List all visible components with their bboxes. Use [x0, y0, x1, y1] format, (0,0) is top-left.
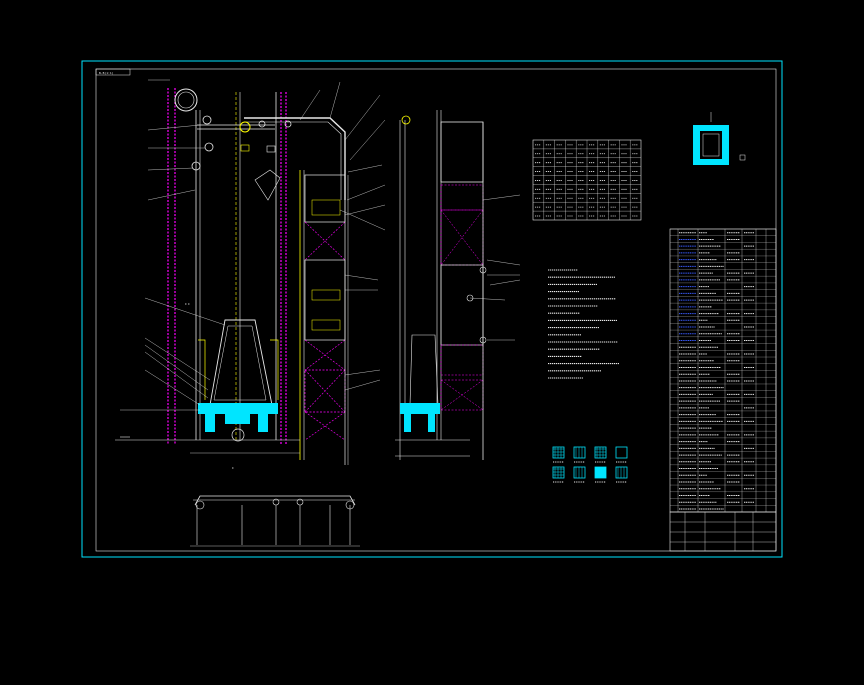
title-tag: B-B(1:1) — [99, 71, 114, 75]
svg-text:I: I — [232, 466, 234, 470]
cad-drawing-canvas: B-B(1:1) I I I — [0, 0, 864, 685]
svg-text:I: I — [185, 302, 187, 306]
section-mark-i: I — [188, 302, 190, 306]
